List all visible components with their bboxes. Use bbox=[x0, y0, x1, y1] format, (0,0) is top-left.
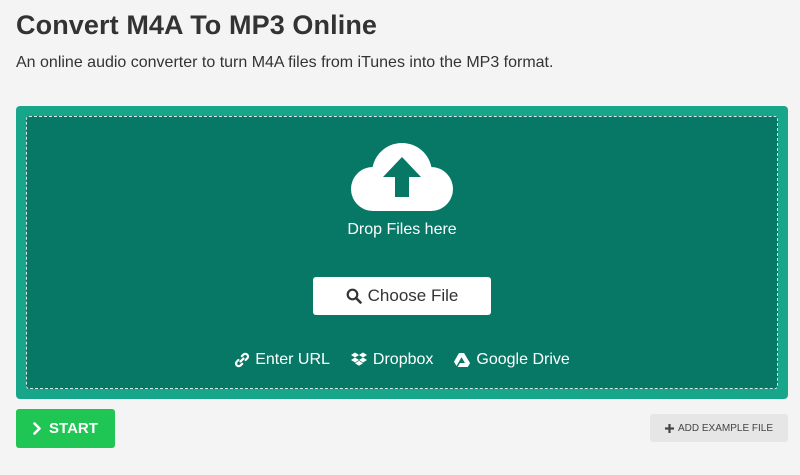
converter-page: Convert M4A To MP3 Online An online audi… bbox=[0, 0, 800, 475]
dropbox-link[interactable]: Dropbox bbox=[350, 351, 433, 369]
choose-file-button[interactable]: Choose File bbox=[313, 277, 491, 315]
upload-sources: Enter URL Dropbox Google Drive bbox=[27, 351, 777, 369]
choose-file-label: Choose File bbox=[367, 286, 459, 305]
cloud-upload-icon bbox=[351, 143, 453, 211]
add-example-file-button[interactable]: ADD EXAMPLE FILE bbox=[650, 414, 788, 442]
page-subtitle: An online audio converter to turn M4A fi… bbox=[16, 54, 554, 71]
upload-panel: Drop Files here Choose File Enter URL Dr… bbox=[16, 106, 788, 399]
start-button[interactable]: START bbox=[16, 409, 115, 448]
google-drive-icon bbox=[454, 353, 471, 368]
drop-files-text: Drop Files here bbox=[347, 221, 457, 238]
enter-url-label: Enter URL bbox=[255, 351, 330, 368]
link-icon bbox=[235, 352, 250, 368]
plus-icon bbox=[664, 423, 674, 433]
enter-url-link[interactable]: Enter URL bbox=[234, 351, 330, 369]
start-label: START bbox=[49, 420, 98, 437]
google-drive-link[interactable]: Google Drive bbox=[453, 351, 570, 369]
dropbox-icon bbox=[350, 352, 367, 366]
drop-zone[interactable]: Drop Files here Choose File Enter URL Dr… bbox=[26, 116, 778, 389]
search-icon bbox=[346, 288, 362, 304]
dropbox-label: Dropbox bbox=[372, 351, 434, 368]
google-drive-label: Google Drive bbox=[476, 351, 570, 368]
add-example-file-label: ADD EXAMPLE FILE bbox=[677, 422, 774, 434]
page-title: Convert M4A To MP3 Online bbox=[16, 10, 378, 40]
chevron-right-icon bbox=[33, 422, 41, 435]
